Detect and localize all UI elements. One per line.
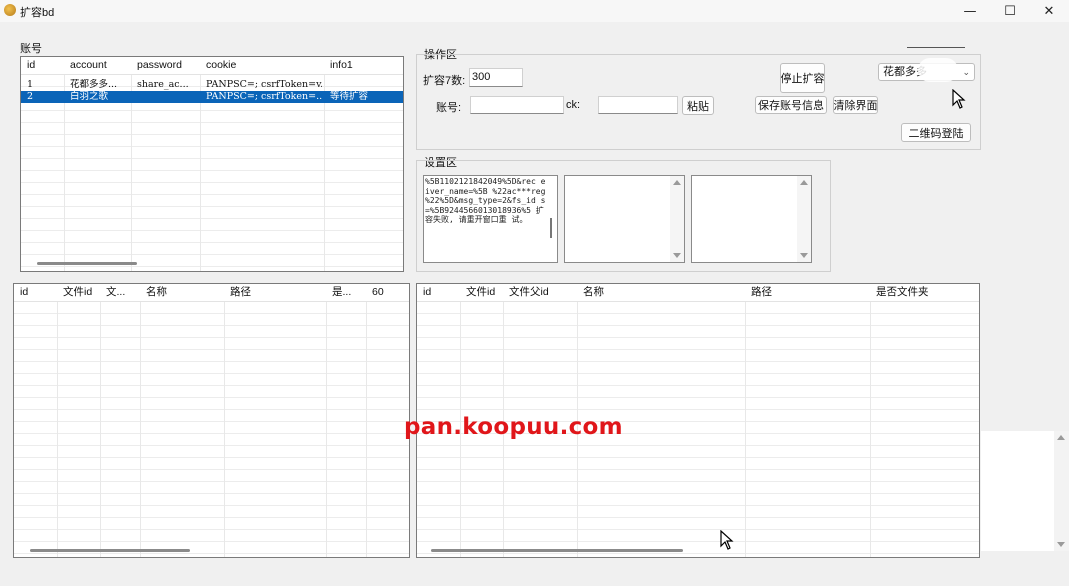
account-label: 账号: bbox=[436, 102, 462, 114]
left-hscrollbar[interactable] bbox=[30, 549, 190, 552]
col-id[interactable]: id bbox=[16, 284, 56, 301]
paste-button[interactable]: 粘贴 bbox=[682, 96, 714, 115]
vertical-scrollbar[interactable] bbox=[670, 176, 684, 262]
close-button[interactable]: ✕ bbox=[1029, 0, 1069, 22]
title-bar bbox=[0, 0, 1069, 22]
right-hscrollbar[interactable] bbox=[431, 549, 683, 552]
account-input[interactable] bbox=[470, 96, 564, 114]
chevron-down-icon: ⌄ bbox=[962, 67, 970, 77]
col-path[interactable]: 路径 bbox=[226, 284, 324, 301]
settings-textbox-2[interactable] bbox=[564, 175, 685, 263]
vertical-scrollbar[interactable] bbox=[797, 176, 811, 262]
col-cookie[interactable]: cookie bbox=[202, 57, 322, 74]
accounts-table-header: id account password cookie info1 bbox=[21, 57, 403, 75]
scroll-up-icon[interactable] bbox=[1057, 435, 1065, 440]
background-vertical-scrollbar[interactable] bbox=[1054, 431, 1069, 551]
col-password[interactable]: password bbox=[133, 57, 199, 74]
scroll-down-icon[interactable] bbox=[800, 253, 808, 258]
clear-ui-button[interactable]: 清除界面 bbox=[833, 96, 878, 114]
scroll-down-icon[interactable] bbox=[1057, 542, 1065, 547]
col-extra[interactable]: 60 bbox=[368, 284, 408, 301]
window-title: 扩容bd bbox=[20, 7, 55, 19]
log-textbox[interactable]: %5B1102121842049%5D&rec eiver_name=%5B %… bbox=[423, 175, 558, 263]
settings-textbox-3[interactable] bbox=[691, 175, 812, 263]
qr-login-button[interactable]: 二维码登陆 bbox=[901, 123, 971, 142]
divider bbox=[907, 47, 965, 48]
table-row[interactable]: 1 花都多多... share_ac... PANPSC=; csrfToken… bbox=[21, 79, 403, 91]
col-info1[interactable]: info1 bbox=[326, 57, 396, 74]
col-name[interactable]: 名称 bbox=[142, 284, 222, 301]
col-id[interactable]: id bbox=[23, 57, 63, 74]
accounts-table[interactable]: id account password cookie info1 1 花都多多.… bbox=[20, 56, 404, 272]
scroll-up-icon[interactable] bbox=[673, 180, 681, 185]
overlay-blob bbox=[918, 58, 958, 82]
minimize-button[interactable]: — bbox=[950, 0, 990, 22]
col-name[interactable]: 名称 bbox=[579, 284, 743, 301]
app-icon bbox=[4, 4, 16, 16]
mouse-cursor-icon bbox=[952, 89, 966, 109]
ck-label: ck: bbox=[566, 99, 581, 111]
save-account-button[interactable]: 保存账号信息 bbox=[755, 96, 827, 114]
col-id[interactable]: id bbox=[419, 284, 459, 301]
col-account[interactable]: account bbox=[66, 57, 130, 74]
maximize-button[interactable]: ☐ bbox=[990, 0, 1030, 22]
mouse-cursor-icon bbox=[720, 530, 734, 550]
accounts-hscrollbar[interactable] bbox=[37, 262, 137, 265]
expand-count-label: 扩容7数: bbox=[423, 75, 466, 87]
col-is-folder[interactable]: 是否文件夹 bbox=[872, 284, 972, 301]
scroll-down-icon[interactable] bbox=[673, 253, 681, 258]
expand-count-input[interactable]: 300 bbox=[469, 68, 523, 87]
col-file-parent-id[interactable]: 文件父id bbox=[505, 284, 575, 301]
col-file-id[interactable]: 文件id bbox=[59, 284, 99, 301]
ck-input[interactable] bbox=[598, 96, 678, 114]
right-file-table-header: id 文件id 文件父id 名称 路径 是否文件夹 bbox=[417, 284, 979, 302]
left-file-table-header: id 文件id 文... 名称 路径 是... 60 bbox=[14, 284, 409, 302]
scroll-up-icon[interactable] bbox=[800, 180, 808, 185]
col-path[interactable]: 路径 bbox=[747, 284, 867, 301]
watermark-text: pan.koopuu.com bbox=[404, 414, 623, 440]
stop-expand-button[interactable]: 停止扩容 bbox=[780, 63, 825, 93]
log-scroll-thumb[interactable] bbox=[550, 218, 552, 238]
col-file-parent[interactable]: 文... bbox=[102, 284, 139, 301]
col-file-id[interactable]: 文件id bbox=[462, 284, 502, 301]
table-row-selected[interactable]: 2 白羽之歌 PANPSC=; csrfToken=... 等待扩容 bbox=[21, 91, 403, 103]
left-file-table[interactable]: id 文件id 文... 名称 路径 是... 60 bbox=[13, 283, 410, 558]
accounts-group-label: 账号 bbox=[20, 43, 42, 55]
col-is-folder[interactable]: 是... bbox=[328, 284, 364, 301]
